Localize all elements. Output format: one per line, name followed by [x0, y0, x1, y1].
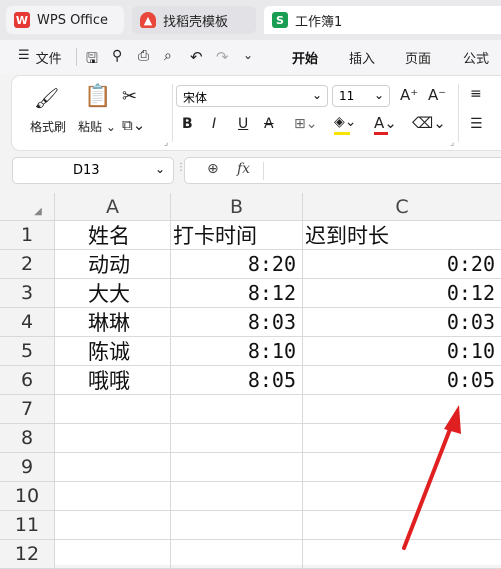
- arrow-head: [444, 405, 461, 434]
- arrow-shaft: [402, 422, 454, 550]
- annotation-arrow: [402, 405, 461, 550]
